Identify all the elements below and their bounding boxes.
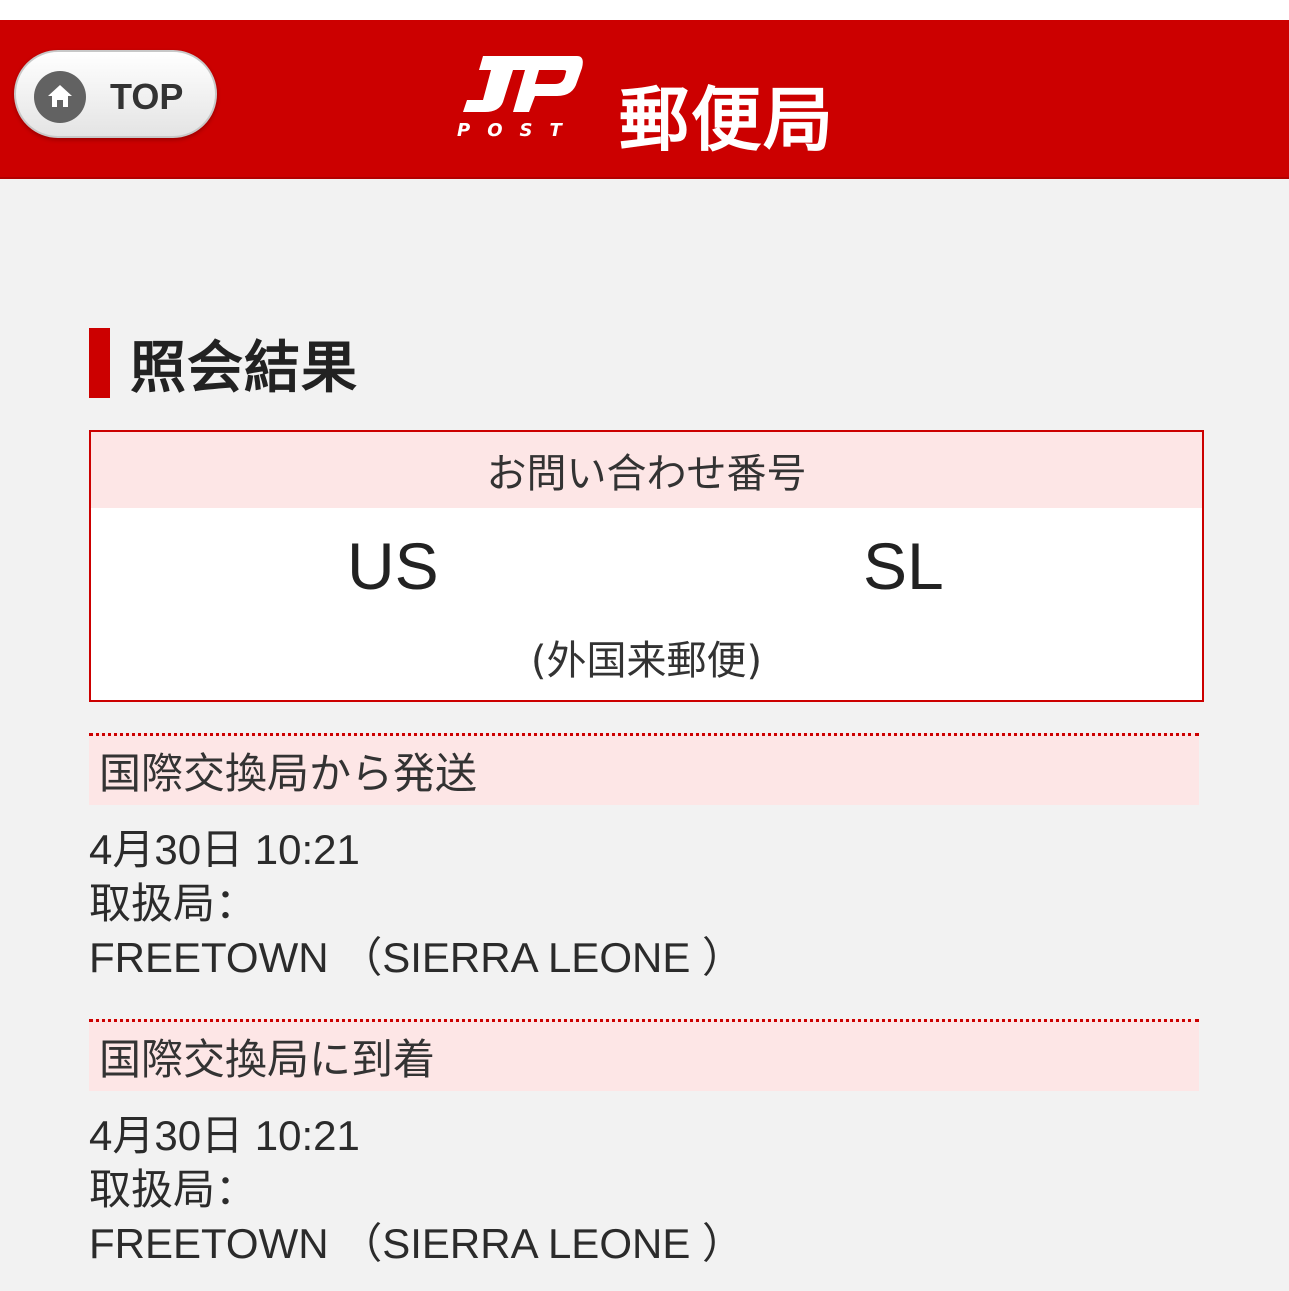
event-status: 国際交換局に到着: [89, 1019, 1199, 1091]
tracking-event: 国際交換局から発送 4月30日 10:21 取扱局： FREETOWN （SIE…: [89, 733, 1199, 985]
status-strip: [0, 0, 1289, 21]
japan-post-logo: POST 郵便局: [455, 50, 875, 161]
heading-accent-bar: [89, 328, 110, 398]
event-office-label: 取扱局：: [89, 879, 258, 928]
top-button[interactable]: TOP: [14, 50, 217, 138]
site-header: TOP POST 郵便局: [0, 20, 1289, 179]
page-title: 照会結果: [130, 335, 358, 401]
top-button-label: TOP: [110, 76, 184, 117]
event-status: 国際交換局から発送: [89, 733, 1199, 805]
inquiry-label: お問い合わせ番号: [91, 432, 1202, 508]
tracking-number-suffix: SL: [863, 529, 944, 603]
mail-type-note: (外国来郵便): [530, 638, 763, 684]
jp-logo-mark: [463, 56, 583, 112]
logo-title: 郵便局: [619, 79, 835, 161]
event-datetime: 4月30日 10:21: [89, 1112, 360, 1159]
result-heading: 照会結果: [89, 328, 358, 401]
event-detail: 4月30日 10:21 取扱局： FREETOWN （SIERRA LEONE …: [89, 823, 1199, 985]
event-datetime: 4月30日 10:21: [89, 826, 360, 873]
event-office-label: 取扱局：: [89, 1165, 258, 1214]
event-office: FREETOWN （SIERRA LEONE ）: [89, 934, 744, 981]
logo-post-text: POST: [457, 120, 579, 141]
event-detail: 4月30日 10:21 取扱局： FREETOWN （SIERRA LEONE …: [89, 1109, 1199, 1271]
event-office: FREETOWN （SIERRA LEONE ）: [89, 1220, 744, 1267]
inquiry-number-box: お問い合わせ番号 US SL (外国来郵便): [89, 430, 1204, 702]
home-icon: [34, 71, 86, 123]
tracking-event: 国際交換局に到着 4月30日 10:21 取扱局： FREETOWN （SIER…: [89, 1019, 1199, 1271]
tracking-number-prefix: US: [347, 529, 439, 603]
